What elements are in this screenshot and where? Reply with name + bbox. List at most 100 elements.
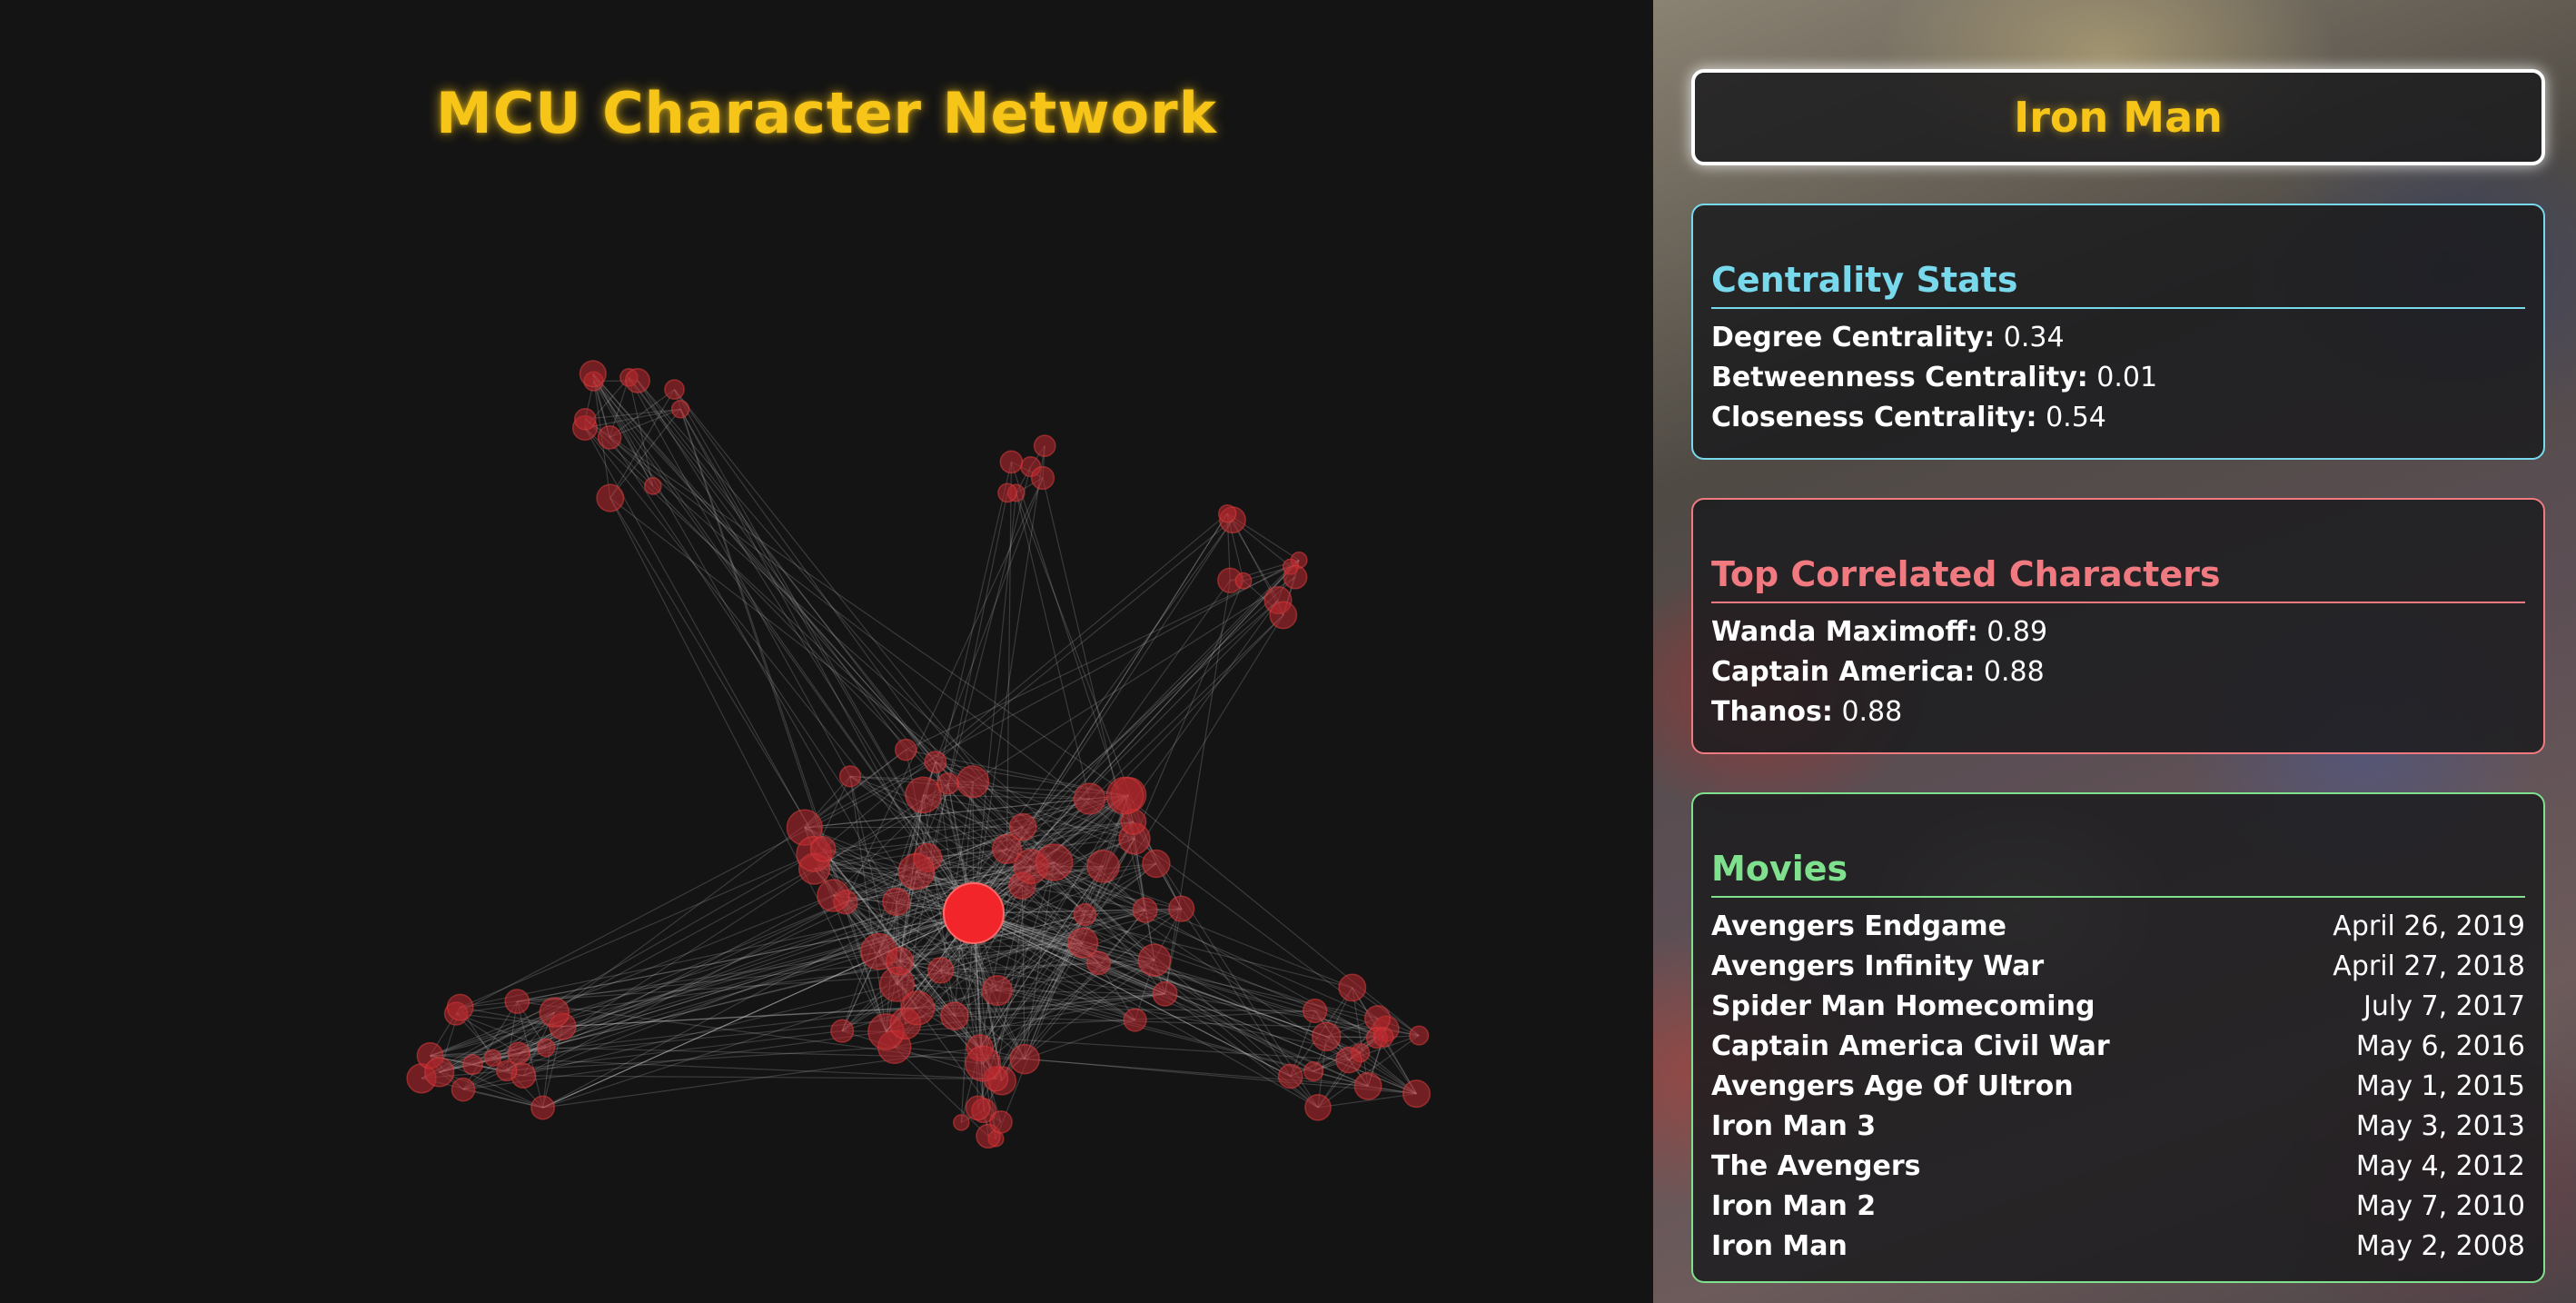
node-layer (406, 360, 1432, 1149)
character-node[interactable] (536, 1038, 556, 1058)
character-node[interactable] (670, 400, 690, 419)
character-node[interactable] (905, 776, 942, 814)
character-node[interactable] (1086, 950, 1111, 976)
character-node[interactable] (504, 989, 530, 1014)
stat-row: Degree Centrality: 0.34 (1711, 318, 2525, 358)
character-node[interactable] (664, 379, 685, 400)
character-node[interactable] (1086, 849, 1120, 883)
character-node[interactable] (817, 879, 850, 912)
movies-card: Movies Avengers Endgame April 26, 2019 Av… (1691, 792, 2545, 1283)
character-node[interactable] (999, 450, 1024, 474)
character-node[interactable] (926, 957, 955, 984)
character-node[interactable] (1132, 897, 1158, 923)
character-node[interactable] (1277, 1063, 1303, 1089)
character-node[interactable] (625, 367, 650, 393)
movies-title: Movies (1711, 849, 2525, 898)
character-node[interactable] (1105, 776, 1144, 815)
selected-character-node[interactable] (943, 882, 1005, 944)
movie-date: April 26, 2019 (2333, 910, 2525, 942)
character-node[interactable] (1283, 564, 1308, 590)
character-node[interactable] (1303, 1060, 1324, 1082)
character-node[interactable] (989, 1109, 1013, 1134)
character-node[interactable] (451, 1077, 476, 1102)
character-node[interactable] (1402, 1079, 1432, 1109)
movie-row: Iron Man 3 May 3, 2013 (1711, 1107, 2525, 1147)
character-node[interactable] (579, 360, 607, 388)
movie-date: May 4, 2012 (2355, 1149, 2525, 1182)
character-node[interactable] (1030, 465, 1055, 491)
movie-row: Avengers Infinity War April 27, 2018 (1711, 947, 2525, 987)
correlated-characters-card: Top Correlated Characters Wanda Maximoff… (1691, 498, 2545, 754)
character-node[interactable] (1137, 943, 1172, 978)
character-node[interactable] (446, 993, 474, 1021)
character-node[interactable] (965, 1095, 991, 1121)
movie-title: Iron Man 2 (1711, 1189, 1877, 1222)
network-edge (460, 853, 815, 1009)
character-node[interactable] (483, 1049, 502, 1068)
character-node[interactable] (1073, 782, 1106, 815)
character-node[interactable] (924, 751, 947, 774)
character-node[interactable] (981, 975, 1013, 1007)
character-node[interactable] (1234, 572, 1253, 590)
character-node[interactable] (894, 738, 917, 761)
movie-row: The Avengers May 4, 2012 (1711, 1147, 2525, 1187)
character-node[interactable] (1142, 849, 1171, 879)
character-node[interactable] (936, 772, 959, 795)
character-node[interactable] (1035, 843, 1074, 881)
character-node[interactable] (940, 1001, 969, 1030)
character-node[interactable] (1123, 1008, 1147, 1032)
movie-date: April 27, 2018 (2333, 950, 2525, 982)
network-edge (822, 512, 1228, 850)
character-node[interactable] (1312, 1021, 1342, 1052)
character-node[interactable] (596, 483, 625, 512)
character-node[interactable] (1409, 1025, 1430, 1046)
character-node[interactable] (900, 990, 936, 1026)
network-edge (922, 477, 1044, 796)
character-node[interactable] (1168, 895, 1195, 922)
character-node[interactable] (597, 425, 622, 450)
character-node[interactable] (953, 1114, 970, 1131)
character-node[interactable] (897, 852, 936, 890)
character-node[interactable] (809, 835, 837, 862)
character-node[interactable] (507, 1041, 530, 1065)
network-panel: MCU Character Network (0, 0, 1653, 1303)
character-node[interactable] (1353, 1071, 1382, 1100)
character-node[interactable] (1335, 1046, 1362, 1074)
stat-value: 0.54 (2046, 401, 2106, 433)
character-node[interactable] (838, 765, 862, 788)
movie-date: May 2, 2008 (2355, 1229, 2525, 1262)
character-node[interactable] (1009, 1043, 1040, 1075)
character-node[interactable] (965, 1045, 1002, 1082)
centrality-title: Centrality Stats (1711, 260, 2525, 309)
character-node[interactable] (1033, 434, 1056, 458)
network-edge (637, 380, 949, 784)
character-node[interactable] (1373, 1027, 1394, 1048)
character-node[interactable] (643, 477, 662, 495)
movie-row: Iron Man May 2, 2008 (1711, 1227, 2525, 1267)
character-node[interactable] (1217, 504, 1237, 523)
character-node[interactable] (1304, 1093, 1332, 1121)
character-node[interactable] (1269, 601, 1298, 630)
character-node[interactable] (573, 407, 597, 431)
character-node[interactable] (885, 947, 915, 976)
character-node[interactable] (1073, 902, 1097, 927)
network-edge (906, 566, 1292, 751)
character-node[interactable] (830, 1019, 855, 1043)
stat-row: Closeness Centrality: 0.54 (1711, 398, 2525, 438)
movie-title: Iron Man (1711, 1229, 1848, 1262)
character-node[interactable] (997, 482, 1017, 503)
correlated-name: Thanos: (1711, 695, 1833, 728)
character-node[interactable] (530, 1095, 556, 1120)
character-node[interactable] (1303, 998, 1328, 1024)
character-node[interactable] (1338, 973, 1367, 1002)
character-node[interactable] (461, 1054, 483, 1076)
character-node[interactable] (956, 765, 990, 799)
network-graph[interactable] (0, 0, 1653, 1303)
character-node[interactable] (539, 997, 570, 1029)
character-node[interactable] (1152, 980, 1178, 1007)
character-node[interactable] (882, 887, 911, 917)
character-node[interactable] (424, 1057, 455, 1088)
stat-label: Degree Centrality: (1711, 321, 1996, 353)
stat-value: 0.01 (2096, 361, 2158, 393)
network-edge (462, 1089, 543, 1109)
